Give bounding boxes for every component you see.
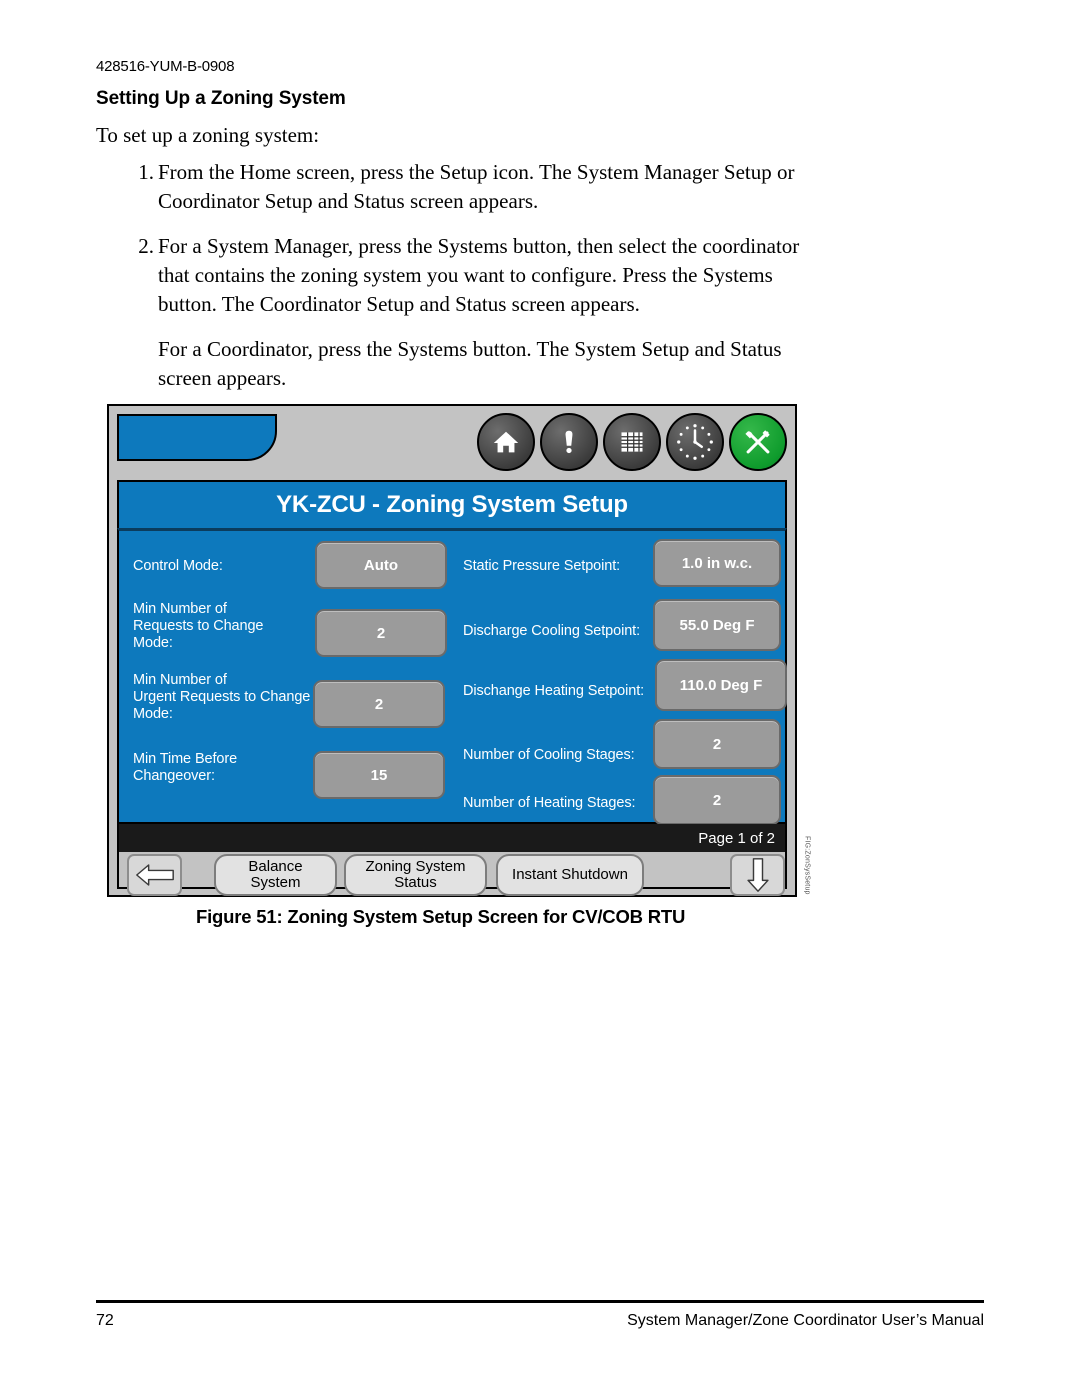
field-value-min-time-changeover[interactable]: 15: [313, 751, 445, 799]
zoning-system-status-label: Zoning System Status: [365, 858, 466, 891]
list-item-text: From the Home screen, press the Setup ic…: [158, 160, 795, 213]
list-item-subtext: For a Coordinator, press the Systems but…: [158, 337, 782, 390]
field-value-min-urgent-requests[interactable]: 2: [313, 680, 445, 728]
figure-side-code: FIG:ZonSysSetup: [800, 836, 814, 898]
field-value-discharge-cooling[interactable]: 55.0 Deg F: [653, 599, 781, 651]
field-label-discharge-cooling: Discharge Cooling Setpoint:: [463, 623, 641, 639]
settings-panel: Control Mode: Auto Min Number of Requests…: [117, 528, 787, 825]
page-indicator: Page 1 of 2: [698, 829, 775, 847]
list-item-number: 1.: [138, 160, 154, 184]
down-arrow-icon: [746, 858, 769, 892]
field-label-cooling-stages: Number of Cooling Stages:: [463, 747, 635, 763]
figure-caption: Figure 51: Zoning System Setup Screen fo…: [196, 906, 686, 927]
device-icon-toolbar: [477, 408, 793, 476]
back-arrow-icon: [135, 864, 174, 886]
balance-system-button[interactable]: Balance System: [214, 854, 337, 896]
field-label-discharge-heating: Dischange Heating Setpoint:: [463, 683, 645, 699]
screen-title-bar: YK-ZCU - Zoning System Setup: [117, 480, 787, 528]
footer-page-number: 72: [96, 1312, 114, 1329]
intro-text: To set up a zoning system:: [96, 123, 320, 147]
footer-manual-title: System Manager/Zone Coordinator User’s M…: [627, 1312, 984, 1329]
field-value-heating-stages[interactable]: 2: [653, 775, 781, 825]
list-item-number: 2.: [138, 234, 154, 258]
list-item: 1. From the Home screen, press the Setup…: [96, 158, 836, 216]
field-value-cooling-stages[interactable]: 2: [653, 719, 781, 769]
figure-side-code-text: FIG:ZonSysSetup: [803, 836, 811, 895]
list-item-text: For a System Manager, press the Systems …: [158, 234, 800, 316]
field-label-control-mode: Control Mode:: [133, 558, 223, 574]
list-item: 2. For a System Manager, press the Syste…: [96, 232, 836, 393]
device-bottom-toolbar: Balance System Zoning System Status Insta…: [117, 852, 787, 896]
device-top-chrome: [109, 406, 795, 478]
screen-tab[interactable]: [117, 414, 277, 461]
field-label-min-time-changeover: Min Time Before Changeover:: [133, 751, 238, 784]
setup-tools-icon[interactable]: [729, 413, 787, 471]
field-label-min-urgent-requests: Min Number of Urgent Requests to Change Mo…: [133, 672, 311, 722]
back-button[interactable]: [127, 854, 182, 896]
footer-divider: [96, 1300, 984, 1303]
schedule-grid-icon[interactable]: [603, 413, 661, 471]
field-value-control-mode[interactable]: Auto: [315, 541, 447, 589]
instant-shutdown-button[interactable]: Instant Shutdown: [496, 854, 644, 896]
field-label-min-requests: Min Number of Requests to Change Mode:: [133, 601, 264, 651]
alert-icon[interactable]: [540, 413, 598, 471]
figure-zoning-system-setup: YK-ZCU - Zoning System Setup Control Mod…: [107, 404, 797, 897]
field-label-static-pressure: Static Pressure Setpoint:: [463, 558, 621, 574]
status-bar: Page 1 of 2: [117, 824, 787, 852]
home-icon[interactable]: [477, 413, 535, 471]
field-label-heating-stages: Number of Heating Stages:: [463, 795, 636, 811]
screen-title: YK-ZCU - Zoning System Setup: [276, 491, 628, 518]
document-code: 428516-YUM-B-0908: [96, 58, 235, 75]
field-value-static-pressure[interactable]: 1.0 in w.c.: [653, 539, 781, 587]
next-page-button[interactable]: [730, 854, 785, 896]
field-value-discharge-heating[interactable]: 110.0 Deg F: [655, 659, 787, 711]
zoning-system-status-button[interactable]: Zoning System Status: [344, 854, 487, 896]
field-value-min-requests[interactable]: 2: [315, 609, 447, 657]
device-screen: YK-ZCU - Zoning System Setup Control Mod…: [107, 404, 797, 897]
clock-icon[interactable]: [666, 413, 724, 471]
page-title: Setting Up a Zoning System: [96, 88, 346, 109]
